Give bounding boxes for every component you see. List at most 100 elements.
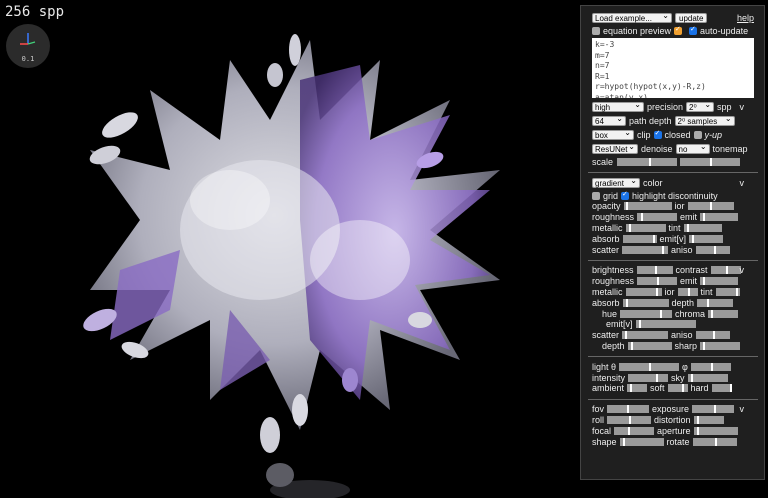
- chroma-slider[interactable]: [708, 309, 739, 318]
- render-collapse-toggle[interactable]: v: [740, 102, 745, 112]
- scatter-slider[interactable]: [622, 245, 669, 254]
- tint-slider[interactable]: [683, 223, 722, 232]
- roll-slider[interactable]: [607, 415, 652, 424]
- highlight-label: highlight discontinuity: [632, 190, 718, 201]
- denoise-select[interactable]: ResUNet: [592, 142, 638, 154]
- scatter-m-slider[interactable]: [622, 331, 669, 340]
- color-mode-select[interactable]: gradient: [592, 176, 640, 188]
- equation-preview-label: equation preview: [603, 25, 672, 36]
- aperture-label: aperture: [657, 425, 691, 436]
- precision-select[interactable]: high: [592, 100, 644, 112]
- tint-m-slider[interactable]: [715, 287, 740, 296]
- absorb-m-slider[interactable]: [622, 298, 669, 307]
- light-phi-slider[interactable]: [690, 362, 731, 371]
- code-line: a=atan(y,x): [595, 92, 648, 99]
- control-panel: Load example... update help equation pre…: [580, 5, 765, 480]
- code-line: R=1: [595, 71, 610, 81]
- spp-label: spp: [717, 101, 732, 112]
- hard-slider[interactable]: [711, 384, 732, 393]
- emitv-m-label: emit[v]: [606, 319, 633, 330]
- focal-label: focal: [592, 425, 612, 436]
- tonemap-select[interactable]: no: [675, 142, 710, 154]
- equation-preview-toggle[interactable]: [674, 25, 683, 35]
- emit-m-slider[interactable]: [700, 277, 739, 286]
- depth-m-label: depth: [671, 297, 695, 308]
- color-label: color: [643, 177, 663, 188]
- hue-slider[interactable]: [620, 309, 673, 318]
- code-line: n=7: [595, 61, 610, 70]
- absorb-slider[interactable]: [622, 234, 657, 243]
- help-link[interactable]: help: [737, 13, 754, 23]
- light-theta-label: light θ: [592, 361, 617, 372]
- contrast-slider[interactable]: [710, 266, 741, 275]
- sky-slider[interactable]: [687, 373, 728, 382]
- clip-select[interactable]: box: [592, 128, 634, 140]
- brightness-label: brightness: [592, 265, 634, 276]
- ior-m-label: ior: [664, 286, 675, 297]
- ior-label: ior: [674, 201, 685, 212]
- distortion-slider[interactable]: [693, 415, 724, 424]
- aniso-m-slider[interactable]: [695, 331, 730, 340]
- path-depth-select[interactable]: 64: [592, 114, 626, 126]
- ior-slider[interactable]: [687, 202, 734, 211]
- opacity-slider[interactable]: [623, 202, 672, 211]
- metallic-label: metallic: [592, 222, 623, 233]
- soft-slider[interactable]: [667, 384, 688, 393]
- light-theta-slider[interactable]: [619, 362, 680, 371]
- spp-select[interactable]: 2⁰: [686, 100, 715, 112]
- distortion-label: distortion: [654, 414, 691, 425]
- aperture-slider[interactable]: [693, 426, 738, 435]
- samples-select[interactable]: 2⁰ samples: [674, 114, 735, 126]
- scale-slider-2[interactable]: [680, 157, 740, 166]
- depth-m-slider[interactable]: [697, 298, 734, 307]
- metallic-m-slider[interactable]: [625, 287, 662, 296]
- aniso-slider[interactable]: [695, 245, 730, 254]
- camera-sliders-collapse-toggle[interactable]: v: [740, 404, 745, 414]
- brightness-slider[interactable]: [636, 266, 673, 275]
- focal-slider[interactable]: [614, 426, 655, 435]
- color-collapse-toggle[interactable]: v: [740, 178, 745, 188]
- render-viewport[interactable]: [60, 20, 530, 498]
- roughness-m-slider[interactable]: [637, 277, 678, 286]
- code-line: k=-3: [595, 40, 615, 49]
- depth2-slider[interactable]: [627, 341, 672, 350]
- roughness-slider[interactable]: [637, 213, 678, 222]
- intensity-slider[interactable]: [628, 373, 669, 382]
- emit-m-label: emit: [680, 276, 698, 287]
- grid-label: grid: [603, 190, 619, 201]
- equation-editor[interactable]: k=-3 m=7 n=7 R=1 r=hypot(hypot(x,y)-R,z) a=at…: [592, 38, 754, 98]
- load-example-select[interactable]: Load example...: [592, 11, 672, 23]
- absorb-label: absorb: [592, 233, 620, 244]
- shape-slider[interactable]: [619, 437, 664, 446]
- yup-checkbox[interactable]: [693, 130, 702, 139]
- rotate-slider[interactable]: [692, 437, 737, 446]
- exposure-label: exposure: [652, 404, 690, 415]
- auto-update-checkbox[interactable]: [689, 25, 698, 35]
- grid-checkbox[interactable]: [592, 191, 600, 200]
- equation-preview-checkbox[interactable]: [592, 26, 600, 35]
- closed-label: closed: [664, 129, 691, 140]
- material-sliders-collapse-toggle[interactable]: v: [740, 265, 745, 275]
- closed-checkbox[interactable]: [653, 129, 662, 139]
- code-line: m=7: [595, 50, 610, 60]
- metallic-slider[interactable]: [625, 223, 666, 232]
- ior-m-slider[interactable]: [677, 287, 698, 296]
- emitv-m-slider[interactable]: [635, 320, 696, 329]
- emitv-slider[interactable]: [689, 234, 724, 243]
- spp-counter: 256 spp: [5, 4, 65, 20]
- exposure-slider[interactable]: [692, 405, 735, 414]
- opacity-label: opacity: [592, 201, 621, 212]
- update-button[interactable]: update: [675, 13, 708, 23]
- shape-label: shape: [592, 436, 617, 447]
- fov-slider[interactable]: [607, 405, 650, 414]
- precision-label: precision: [647, 101, 684, 112]
- sharp-label: sharp: [674, 340, 698, 351]
- ambient-slider[interactable]: [627, 384, 648, 393]
- highlight-checkbox[interactable]: [621, 190, 630, 200]
- emit-slider[interactable]: [700, 213, 739, 222]
- scale-slider-1[interactable]: [617, 157, 677, 166]
- sharp-slider[interactable]: [700, 341, 741, 350]
- absorb-m-label: absorb: [592, 297, 620, 308]
- axis-gizmo[interactable]: 0.1: [6, 24, 50, 68]
- roughness-label: roughness: [592, 212, 635, 223]
